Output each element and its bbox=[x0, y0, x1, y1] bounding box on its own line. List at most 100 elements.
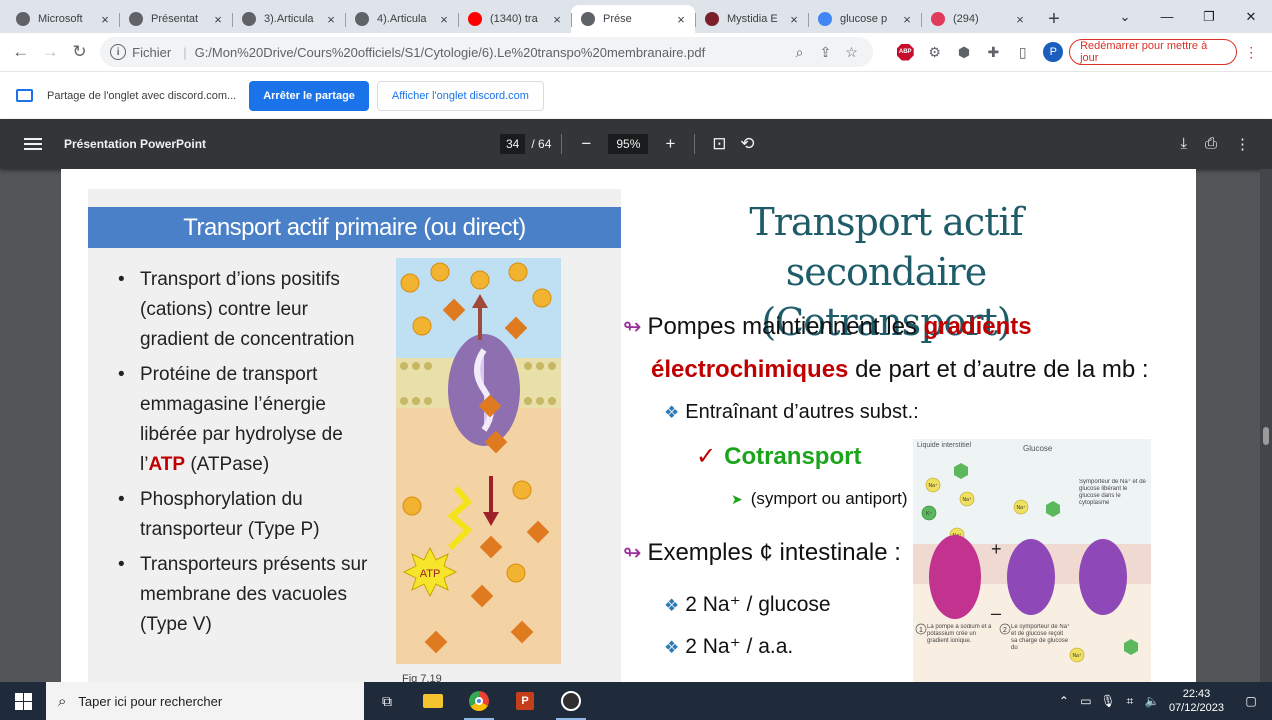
sub-line: ❖ Entraînant d’autres subst.: bbox=[664, 401, 919, 424]
na-label: Na⁺ bbox=[1016, 505, 1025, 511]
restore-button[interactable]: ❐ bbox=[1188, 9, 1230, 25]
browser-toolbar: ← → ↻ i Fichier | G:/Mon%20Drive/Cours%2… bbox=[0, 33, 1272, 71]
adblock-extension[interactable]: ABP bbox=[891, 37, 920, 67]
atpase-pump-diagram: ATP bbox=[396, 258, 561, 664]
notifications-icon[interactable]: ▢ bbox=[1240, 694, 1262, 708]
close-tab-icon[interactable]: × bbox=[210, 12, 226, 27]
bookmark-star-icon[interactable]: ☆ bbox=[839, 44, 865, 61]
network-icon[interactable]: ⌗ bbox=[1119, 694, 1141, 709]
address-url[interactable]: G:/Mon%20Drive/Cours%20officiels/S1/Cyto… bbox=[195, 45, 787, 60]
minimize-button[interactable]: — bbox=[1146, 9, 1188, 24]
page-controls: 34 / 64 − 95% + ⊡ ⟲ bbox=[500, 134, 761, 154]
close-tab-icon[interactable]: × bbox=[436, 12, 452, 27]
tray-chevron-icon[interactable]: ⌃ bbox=[1053, 694, 1075, 708]
liquide-label: Liquide interstitiel bbox=[917, 442, 972, 449]
new-tab-button[interactable]: + bbox=[1040, 5, 1068, 33]
stop-sharing-button[interactable]: Arrêter le partage bbox=[249, 80, 369, 111]
more-options-icon[interactable]: ⋮ bbox=[1235, 135, 1250, 153]
close-window-button[interactable]: ✕ bbox=[1230, 9, 1272, 25]
tab-search-icon[interactable]: ⌄ bbox=[1104, 9, 1146, 25]
close-tab-icon[interactable]: × bbox=[786, 12, 802, 27]
cotransport-figure: Liquide interstitiel Glucose Symporteur … bbox=[913, 439, 1151, 682]
close-tab-icon[interactable]: × bbox=[549, 12, 565, 27]
browser-tab[interactable]: Présentat × bbox=[119, 5, 232, 33]
microphone-icon[interactable]: 🎙 bbox=[1097, 694, 1119, 708]
volume-icon[interactable]: 🔈 bbox=[1141, 694, 1163, 708]
figure-caption: Fig 7.19 bbox=[402, 673, 442, 682]
close-tab-icon[interactable]: × bbox=[673, 12, 689, 27]
clock-time: 22:43 bbox=[1182, 688, 1211, 700]
scrollbar-thumb[interactable] bbox=[1263, 427, 1269, 445]
browser-tab[interactable]: 4).Articula × bbox=[345, 5, 458, 33]
electrochem-text: électrochimiques bbox=[651, 356, 849, 383]
browser-tab[interactable]: Prése × bbox=[571, 5, 695, 33]
profile-avatar[interactable]: P bbox=[1043, 42, 1064, 62]
tab-title: Présentat bbox=[151, 13, 199, 25]
info-icon[interactable]: i bbox=[110, 44, 127, 60]
zoom-input[interactable]: 95% bbox=[608, 134, 649, 154]
pdf-scrollbar[interactable] bbox=[1260, 169, 1272, 682]
download-icon[interactable]: ⤓ bbox=[1180, 135, 1187, 153]
extensions-puzzle-icon[interactable]: ✚ bbox=[979, 37, 1008, 67]
windows-start-icon[interactable] bbox=[0, 692, 46, 710]
extension-icon[interactable]: ⚙ bbox=[920, 37, 949, 67]
reload-button[interactable]: ↻ bbox=[65, 37, 94, 67]
check-icon: ✓ bbox=[696, 443, 717, 470]
clock[interactable]: 22:43 07/12/2023 bbox=[1169, 687, 1224, 715]
page-number-input[interactable]: 34 bbox=[500, 134, 526, 154]
pumps-text: Pompes maintiennent les bbox=[647, 313, 924, 340]
address-bar[interactable]: i Fichier | G:/Mon%20Drive/Cours%20offic… bbox=[100, 37, 873, 67]
menu-icon[interactable] bbox=[24, 135, 42, 153]
kebab-menu-icon[interactable]: ⋮ bbox=[1237, 37, 1266, 67]
rotate-icon[interactable]: ⟲ bbox=[733, 134, 761, 154]
glucose-label: Glucose bbox=[1023, 444, 1053, 453]
taskbar-search[interactable]: ⌕ Taper ici pour rechercher bbox=[46, 682, 364, 720]
screen-share-icon bbox=[16, 89, 33, 102]
close-tab-icon[interactable]: × bbox=[1012, 12, 1028, 27]
tab-sharing-bar: Partage de l'onglet avec discord.com... … bbox=[0, 71, 1272, 119]
membrane-text: de part et d’autre de la mb : bbox=[848, 356, 1149, 383]
browser-tab[interactable]: Mystidia E × bbox=[695, 5, 808, 33]
zoom-icon[interactable]: ⌕ bbox=[787, 44, 813, 61]
zoom-in-button[interactable]: + bbox=[656, 134, 684, 154]
search-placeholder: Taper ici pour rechercher bbox=[78, 693, 223, 709]
print-icon[interactable]: ⎙ bbox=[1205, 135, 1217, 153]
file-explorer-icon[interactable] bbox=[410, 682, 456, 720]
shield-extension-icon[interactable]: ⬢ bbox=[949, 37, 978, 67]
browser-tab[interactable]: 3).Articula × bbox=[232, 5, 345, 33]
address-separator: | bbox=[183, 44, 187, 60]
globe-icon bbox=[242, 12, 256, 26]
chrome-icon[interactable] bbox=[456, 682, 502, 720]
plus-sign: + bbox=[991, 539, 1002, 559]
back-button[interactable]: ← bbox=[6, 37, 35, 67]
battery-icon[interactable]: ▭ bbox=[1075, 694, 1097, 708]
tab-title: glucose p bbox=[840, 13, 888, 25]
zoom-out-button[interactable]: − bbox=[572, 134, 600, 154]
share-icon[interactable]: ⇪ bbox=[813, 44, 839, 61]
browser-tab[interactable]: glucose p × bbox=[808, 5, 921, 33]
relaunch-button[interactable]: Redémarrer pour mettre à jour bbox=[1069, 39, 1237, 65]
bullet-text: (ATPase) bbox=[185, 454, 270, 475]
task-view-icon[interactable]: ⧉ bbox=[364, 682, 410, 720]
cotransport-line: ✓ Cotransport bbox=[696, 442, 861, 471]
forward-button[interactable]: → bbox=[35, 37, 64, 67]
close-tab-icon[interactable]: × bbox=[899, 12, 915, 27]
search-icon: ⌕ bbox=[58, 692, 67, 710]
bullet-item: Transporteurs présents sur membrane des … bbox=[118, 550, 368, 640]
browser-tab[interactable]: (294) × bbox=[921, 5, 1034, 33]
address-scheme: Fichier bbox=[132, 44, 172, 60]
browser-tab[interactable]: (1340) tra × bbox=[458, 5, 571, 33]
close-tab-icon[interactable]: × bbox=[323, 12, 339, 27]
tab-title: Prése bbox=[603, 13, 632, 25]
google-icon bbox=[818, 12, 832, 26]
show-shared-tab-button[interactable]: Afficher l'onglet discord.com bbox=[376, 80, 544, 111]
close-tab-icon[interactable]: × bbox=[97, 12, 113, 27]
powerpoint-icon[interactable]: P bbox=[502, 682, 548, 720]
obs-icon[interactable] bbox=[548, 682, 594, 720]
side-panel-icon[interactable]: ▯ bbox=[1008, 37, 1037, 67]
fit-page-icon[interactable]: ⊡ bbox=[705, 134, 733, 154]
globe-icon bbox=[16, 12, 30, 26]
symport-text: (symport ou antiport) bbox=[750, 489, 908, 508]
browser-tab[interactable]: Microsoft × bbox=[6, 5, 119, 33]
example-1: ❖ 2 Na⁺ / glucose bbox=[664, 592, 831, 617]
